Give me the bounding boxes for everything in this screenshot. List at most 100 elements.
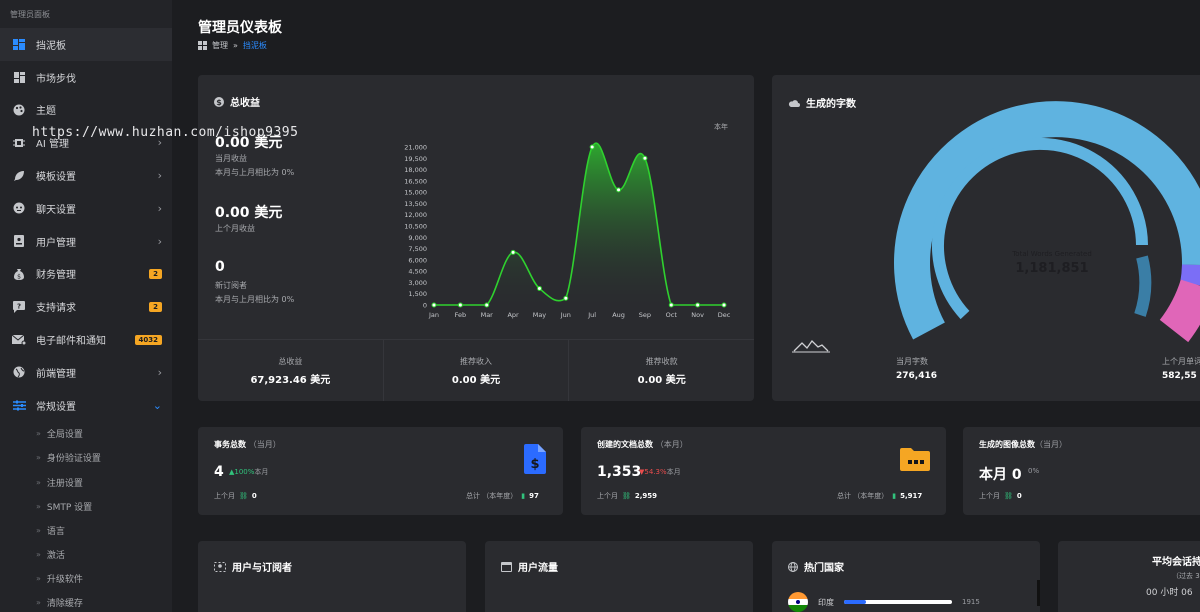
gauge-inner-dark-segment bbox=[1134, 255, 1152, 317]
data-point[interactable] bbox=[510, 249, 516, 255]
chevron-down-icon: ⌄ bbox=[152, 398, 162, 412]
data-point[interactable] bbox=[616, 187, 622, 193]
new-subscribers-value: 0 bbox=[215, 259, 225, 275]
feather-icon bbox=[12, 169, 26, 183]
data-point[interactable] bbox=[695, 302, 701, 308]
sidebar-item-11[interactable]: 常规设置 ⌄ bbox=[0, 389, 172, 422]
scrollbar[interactable] bbox=[1037, 580, 1040, 606]
sidebar-item-2[interactable]: 主题 bbox=[0, 94, 172, 127]
x-tick-label: Jan bbox=[428, 311, 439, 319]
sidebar-item-7[interactable]: $ 财务管理 2 bbox=[0, 258, 172, 291]
sidebar-subitem-label: 激活 bbox=[46, 551, 65, 562]
sidebar-item-10[interactable]: 前端管理 › bbox=[0, 356, 172, 389]
data-point[interactable] bbox=[721, 302, 727, 308]
sidebar-subitem-6[interactable]: » 升级软件 bbox=[0, 567, 172, 591]
chip-icon bbox=[12, 136, 26, 150]
words-gauge bbox=[792, 101, 1200, 353]
y-tick-label: 21,000 bbox=[404, 144, 427, 152]
tasks-delta-suffix: 本月 bbox=[254, 468, 269, 476]
new-subscribers-label: 新订阅者 bbox=[215, 281, 247, 290]
grid-icon bbox=[12, 70, 26, 84]
id-card-icon bbox=[12, 234, 26, 248]
sidebar-item-label: 挡泥板 bbox=[36, 40, 66, 52]
sidebar-subitem-5[interactable]: » 激活 bbox=[0, 543, 172, 567]
dollar-coin-icon: $ bbox=[214, 96, 224, 107]
svg-text:$: $ bbox=[216, 98, 222, 107]
sidebar-subitem-2[interactable]: » 注册设置 bbox=[0, 470, 172, 494]
images-last-value: 0 bbox=[1016, 492, 1022, 500]
sidebar-item-3[interactable]: AI 管理 › bbox=[0, 126, 172, 159]
sidebar-item-1[interactable]: 市场步伐 bbox=[0, 61, 172, 94]
svg-text:?: ? bbox=[17, 302, 21, 310]
current-revenue-compare: 本月与上月相比为 0% bbox=[215, 168, 295, 177]
x-tick-label: Jun bbox=[560, 311, 571, 319]
this-month-words-value: 276,416 bbox=[896, 371, 937, 381]
data-point[interactable] bbox=[431, 302, 437, 308]
country-value: 1915 bbox=[962, 598, 980, 606]
sidebar-item-label: 模板设置 bbox=[36, 172, 76, 184]
y-tick-label: 9,000 bbox=[408, 234, 427, 242]
revenue-card: $ 总收益 0.00 美元 当月收益 本月与上月相比为 0% 0.00 美元 上… bbox=[198, 75, 754, 401]
revenue-title: 总收益 bbox=[230, 98, 260, 109]
data-point[interactable] bbox=[589, 144, 595, 150]
sidebar-item-6[interactable]: 用户管理 › bbox=[0, 225, 172, 258]
prev-revenue-value: 0.00 美元 bbox=[215, 205, 283, 221]
sidebar-subitem-7[interactable]: » 清除缓存 bbox=[0, 591, 172, 612]
sidebar-subitem-3[interactable]: » SMTP 设置 bbox=[0, 494, 172, 518]
link-icon: ⛓ bbox=[239, 492, 248, 500]
sidebar-item-8[interactable]: ? 支持请求 2 bbox=[0, 290, 172, 323]
sliders-icon bbox=[12, 398, 26, 412]
user-traffic-card: 用户流量 bbox=[485, 541, 753, 612]
docs-value: 1,353 bbox=[597, 464, 642, 480]
y-tick-label: 10,500 bbox=[404, 223, 427, 231]
data-point[interactable] bbox=[642, 155, 648, 161]
sidebar-subitem-1[interactable]: » 身份验证设置 bbox=[0, 446, 172, 470]
users-icon bbox=[214, 561, 226, 572]
sidebar-item-0[interactable]: 挡泥板 bbox=[0, 28, 172, 61]
bullet-icon: » bbox=[36, 550, 41, 560]
docs-delta: ▼54.3%本月 bbox=[639, 467, 681, 477]
words-generated-card: 生成的字数 Total Words Generated 1,181,851 当月… bbox=[772, 75, 1200, 401]
docs-last-value: 2,959 bbox=[634, 492, 658, 500]
users-subscribers-card: 用户与订阅者 bbox=[198, 541, 466, 612]
sidebar-item-9[interactable]: 电子邮件和通知 4032 bbox=[0, 323, 172, 356]
sidebar-item-label: 前端管理 bbox=[36, 368, 76, 380]
svg-text:$: $ bbox=[17, 273, 21, 280]
traffic-title: 用户流量 bbox=[518, 563, 558, 574]
sidebar-subitem-4[interactable]: » 语言 bbox=[0, 518, 172, 542]
docs-delta-suffix: 本月 bbox=[666, 468, 681, 476]
sidebar: 管理员面板 挡泥板 市场步伐 主题 AI 管理 › 模板设置 › 聊天设置 › 用户管理 › $ 财务管… bbox=[0, 0, 172, 612]
sidebar-submenu: » 全局设置 » 身份验证设置 » 注册设置 » SMTP 设置 » 语言 » 激活 » 升级软件 » 清除缓… bbox=[0, 422, 172, 612]
session-subtitle: （过去 3 bbox=[1172, 572, 1200, 580]
india-flag-icon bbox=[788, 592, 808, 612]
users-title: 用户与订阅者 bbox=[232, 563, 292, 574]
docs-total-label: 总计 （本年度） bbox=[837, 492, 889, 500]
data-point[interactable] bbox=[668, 302, 674, 308]
images-last-label: 上个月 bbox=[979, 492, 1000, 500]
sidebar-item-5[interactable]: 聊天设置 › bbox=[0, 192, 172, 225]
data-point[interactable] bbox=[563, 295, 569, 301]
sidebar-subitem-label: SMTP 设置 bbox=[46, 502, 93, 513]
prev-revenue-label: 上个月收益 bbox=[215, 224, 255, 233]
data-point[interactable] bbox=[484, 302, 490, 308]
globe-icon bbox=[12, 365, 26, 379]
data-point[interactable] bbox=[536, 285, 542, 291]
sidebar-subitem-0[interactable]: » 全局设置 bbox=[0, 422, 172, 446]
bookmark-icon: ▮ bbox=[892, 492, 897, 500]
sidebar-item-label: 电子邮件和通知 bbox=[36, 336, 106, 348]
sidebar-item-label: 常规设置 bbox=[36, 401, 76, 413]
data-point[interactable] bbox=[457, 302, 463, 308]
breadcrumb-root[interactable]: 管理 bbox=[212, 40, 228, 51]
new-subscribers-compare: 本月与上月相比为 0% bbox=[215, 295, 295, 304]
avg-session-card: 平均会话持 （过去 3 00 小时 06 bbox=[1058, 541, 1200, 612]
country-name: 印度 bbox=[818, 597, 834, 607]
y-tick-label: 18,000 bbox=[404, 166, 427, 174]
count-badge: 2 bbox=[149, 301, 162, 312]
count-badge: 2 bbox=[149, 268, 162, 279]
docs-delta-pct: 54.3% bbox=[644, 468, 667, 476]
chevron-right-icon: › bbox=[157, 201, 162, 215]
referral-payout-value: 0.00 美元 bbox=[637, 375, 686, 386]
sidebar-item-4[interactable]: 模板设置 › bbox=[0, 159, 172, 192]
mountain-icon bbox=[793, 339, 829, 352]
year-filter[interactable]: 本年 bbox=[714, 122, 728, 132]
